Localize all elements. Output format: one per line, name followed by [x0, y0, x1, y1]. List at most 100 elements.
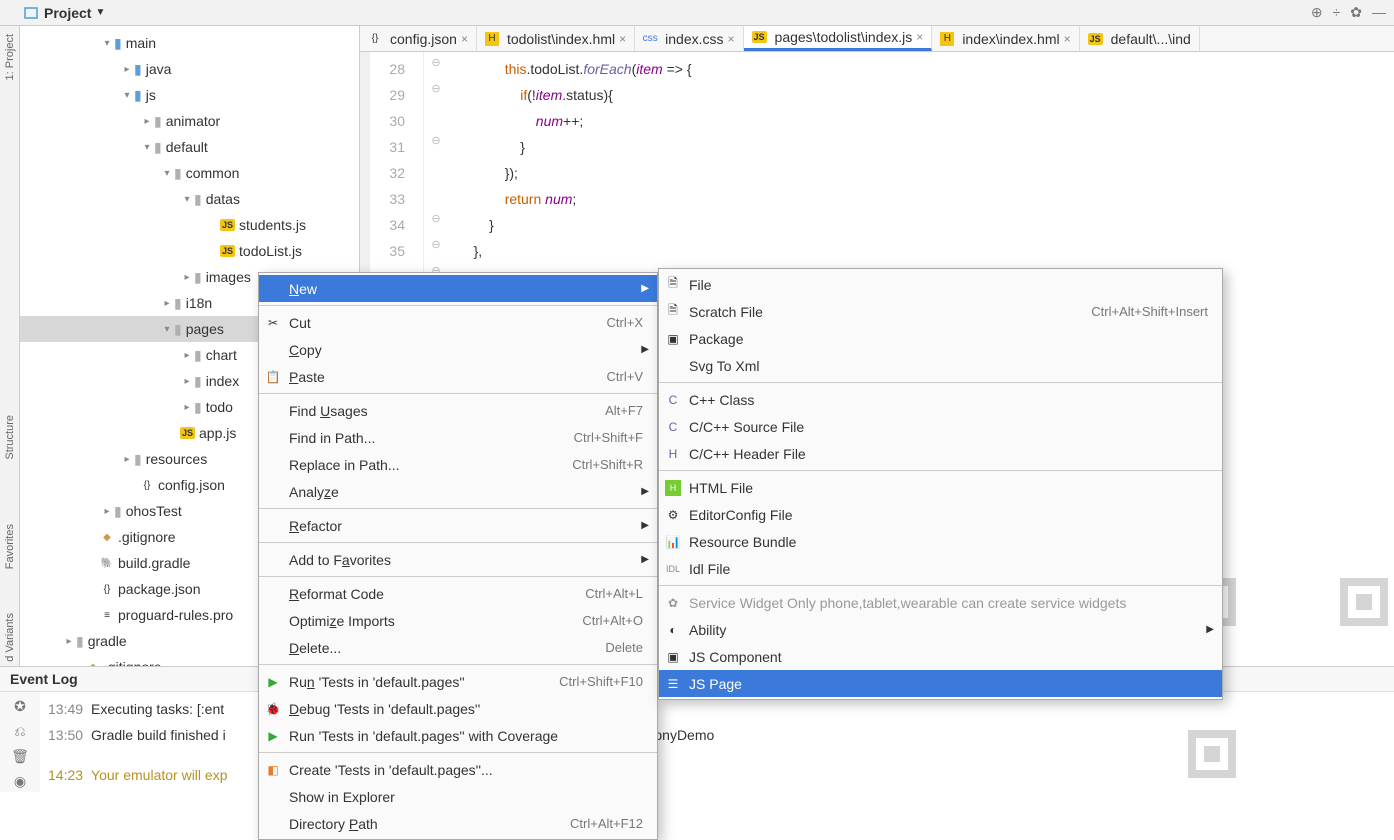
submenu-html[interactable]: HHTML File [659, 474, 1222, 501]
menu-replace-in-path[interactable]: Replace in Path...Ctrl+Shift+R [259, 451, 657, 478]
submenu-resbundle[interactable]: 📊Resource Bundle [659, 528, 1222, 555]
menu-find-usages[interactable]: Find UsagesAlt+F7 [259, 397, 657, 424]
chevron-down-icon: ▾ [180, 194, 194, 205]
project-icon [24, 6, 38, 20]
tree-folder-js[interactable]: ▾▮js [20, 82, 359, 108]
event-time: 13:50 [48, 727, 83, 743]
tree-label: build.gradle [118, 555, 190, 571]
folder-icon: ▮ [174, 295, 182, 312]
folder-icon: ▮ [134, 451, 142, 468]
chevron-right-icon: ▸ [180, 350, 194, 361]
new-submenu: 🗎File 🗎Scratch FileCtrl+Alt+Shift+Insert… [658, 268, 1223, 700]
side-tab-project[interactable]: 1: Project [2, 30, 18, 84]
submenu-cpp-src[interactable]: CC/C++ Source File [659, 413, 1222, 440]
submenu-cpp-hdr[interactable]: HC/C++ Header File [659, 440, 1222, 467]
cpp-src-icon: C [665, 419, 681, 435]
tab-default[interactable]: JSdefault\...\ind [1080, 26, 1200, 51]
menu-paste[interactable]: 📋PasteCtrl+V [259, 363, 657, 390]
close-icon[interactable]: × [1064, 32, 1071, 46]
submenu-scratch[interactable]: 🗎Scratch FileCtrl+Alt+Shift+Insert [659, 298, 1222, 325]
submenu-file[interactable]: 🗎File [659, 271, 1222, 298]
tab-indexhml[interactable]: Hindex\index.hml× [932, 26, 1079, 51]
tree-label: .gitignore [104, 659, 162, 666]
event-time: 13:49 [48, 701, 83, 717]
close-icon[interactable]: × [619, 32, 626, 46]
text-file-icon: ≡ [100, 608, 114, 622]
gear-icon[interactable]: ✿ [1350, 4, 1362, 21]
tree-folder-animator[interactable]: ▸▮animator [20, 108, 359, 134]
filter-icon[interactable]: ✪ [14, 698, 26, 715]
submenu-jscomponent[interactable]: ▣JS Component [659, 643, 1222, 670]
menu-directory-path[interactable]: Directory PathCtrl+Alt+F12 [259, 810, 657, 837]
close-icon[interactable]: × [916, 30, 923, 44]
tree-file-students[interactable]: JSstudents.js [20, 212, 359, 238]
target-icon[interactable]: ⊕ [1311, 4, 1323, 21]
menu-run-tests[interactable]: ▶Run 'Tests in 'default.pages''Ctrl+Shif… [259, 668, 657, 695]
menu-analyze[interactable]: Analyze▶ [259, 478, 657, 505]
folder-icon: ▮ [114, 35, 122, 52]
hide-icon[interactable]: — [1372, 4, 1386, 21]
collapse-icon[interactable]: ÷ [1333, 4, 1341, 21]
close-icon[interactable]: × [461, 32, 468, 46]
tab-todolist-hml[interactable]: Htodolist\index.hml× [477, 26, 635, 51]
menu-copy[interactable]: Copy▶ [259, 336, 657, 363]
submenu-idl[interactable]: IDLIdl File [659, 555, 1222, 582]
tree-folder-common[interactable]: ▾▮common [20, 160, 359, 186]
menu-reformat[interactable]: Reformat CodeCtrl+Alt+L [259, 580, 657, 607]
tab-label: index.css [665, 31, 723, 47]
submenu-package[interactable]: ▣Package [659, 325, 1222, 352]
hml-file-icon: H [940, 32, 954, 46]
close-icon[interactable]: × [728, 32, 735, 46]
submenu-service-widget: ✿Service Widget Only phone,tablet,wearab… [659, 589, 1222, 616]
menu-show-explorer[interactable]: Show in Explorer [259, 783, 657, 810]
project-dropdown[interactable]: Project ▼ [44, 5, 105, 21]
menu-debug-tests[interactable]: 🐞Debug 'Tests in 'default.pages'' [259, 695, 657, 722]
chevron-right-icon: ▸ [120, 454, 134, 465]
event-log-entry[interactable]: 14:23Your emulator will exp [48, 762, 1386, 788]
bundle-icon: 📊 [665, 534, 681, 550]
submenu-ability[interactable]: ◐Ability▶ [659, 616, 1222, 643]
tree-label: todo [206, 399, 233, 415]
marker-icon[interactable]: ◉ [14, 773, 26, 790]
menu-delete[interactable]: Delete...Delete [259, 634, 657, 661]
chevron-down-icon: ▾ [160, 168, 174, 179]
tree-file-todolist[interactable]: JStodoList.js [20, 238, 359, 264]
tab-label: default\...\ind [1111, 31, 1191, 47]
side-tab-variants[interactable]: d Variants [2, 609, 18, 666]
tab-indexjs[interactable]: JSpages\todolist\index.js× [744, 26, 933, 51]
submenu-jspage[interactable]: ☰JS Page [659, 670, 1222, 697]
tree-folder-java[interactable]: ▸▮java [20, 56, 359, 82]
tab-indexcss[interactable]: cssindex.css× [635, 26, 743, 51]
event-log-toolbar: ✪ ⎌ 🗑 ◉ [0, 692, 40, 792]
submenu-cpp-class[interactable]: CC++ Class [659, 386, 1222, 413]
js-file-icon: JS [220, 245, 235, 257]
chevron-right-icon: ▸ [160, 298, 174, 309]
tab-config[interactable]: {}config.json× [360, 26, 477, 51]
folder-icon: ▮ [194, 399, 202, 416]
menu-add-favorites[interactable]: Add to Favorites▶ [259, 546, 657, 573]
chevron-right-icon: ▸ [62, 636, 76, 647]
submenu-editorconfig[interactable]: ⚙EditorConfig File [659, 501, 1222, 528]
menu-optimize[interactable]: Optimize ImportsCtrl+Alt+O [259, 607, 657, 634]
folder-icon: ▮ [174, 165, 182, 182]
chevron-down-icon: ▾ [140, 142, 154, 153]
tree-folder-main[interactable]: ▾▮main [20, 30, 359, 56]
tab-label: pages\todolist\index.js [775, 29, 913, 45]
side-tab-structure[interactable]: Structure [2, 411, 18, 464]
settings-icon[interactable]: ⎌ [14, 723, 25, 740]
line-number: 30 [364, 108, 405, 134]
menu-find-in-path[interactable]: Find in Path...Ctrl+Shift+F [259, 424, 657, 451]
submenu-svg[interactable]: Svg To Xml [659, 352, 1222, 379]
menu-cut[interactable]: ✂CutCtrl+X [259, 309, 657, 336]
trash-icon[interactable]: 🗑 [11, 748, 29, 765]
side-tab-favorites[interactable]: Favorites [2, 520, 18, 573]
folder-icon: ▮ [134, 87, 142, 104]
menu-refactor[interactable]: Refactor▶ [259, 512, 657, 539]
tree-folder-datas[interactable]: ▾▮datas [20, 186, 359, 212]
chevron-down-icon: ▼ [95, 7, 105, 18]
tree-folder-default[interactable]: ▾▮default [20, 134, 359, 160]
menu-run-coverage[interactable]: ▶Run 'Tests in 'default.pages'' with Cov… [259, 722, 657, 749]
event-log-entry[interactable]: 13:50Gradle build finished iony\HarmonyD… [48, 722, 1386, 748]
menu-create-tests[interactable]: ◧Create 'Tests in 'default.pages''... [259, 756, 657, 783]
menu-new[interactable]: New▶ [259, 275, 657, 302]
